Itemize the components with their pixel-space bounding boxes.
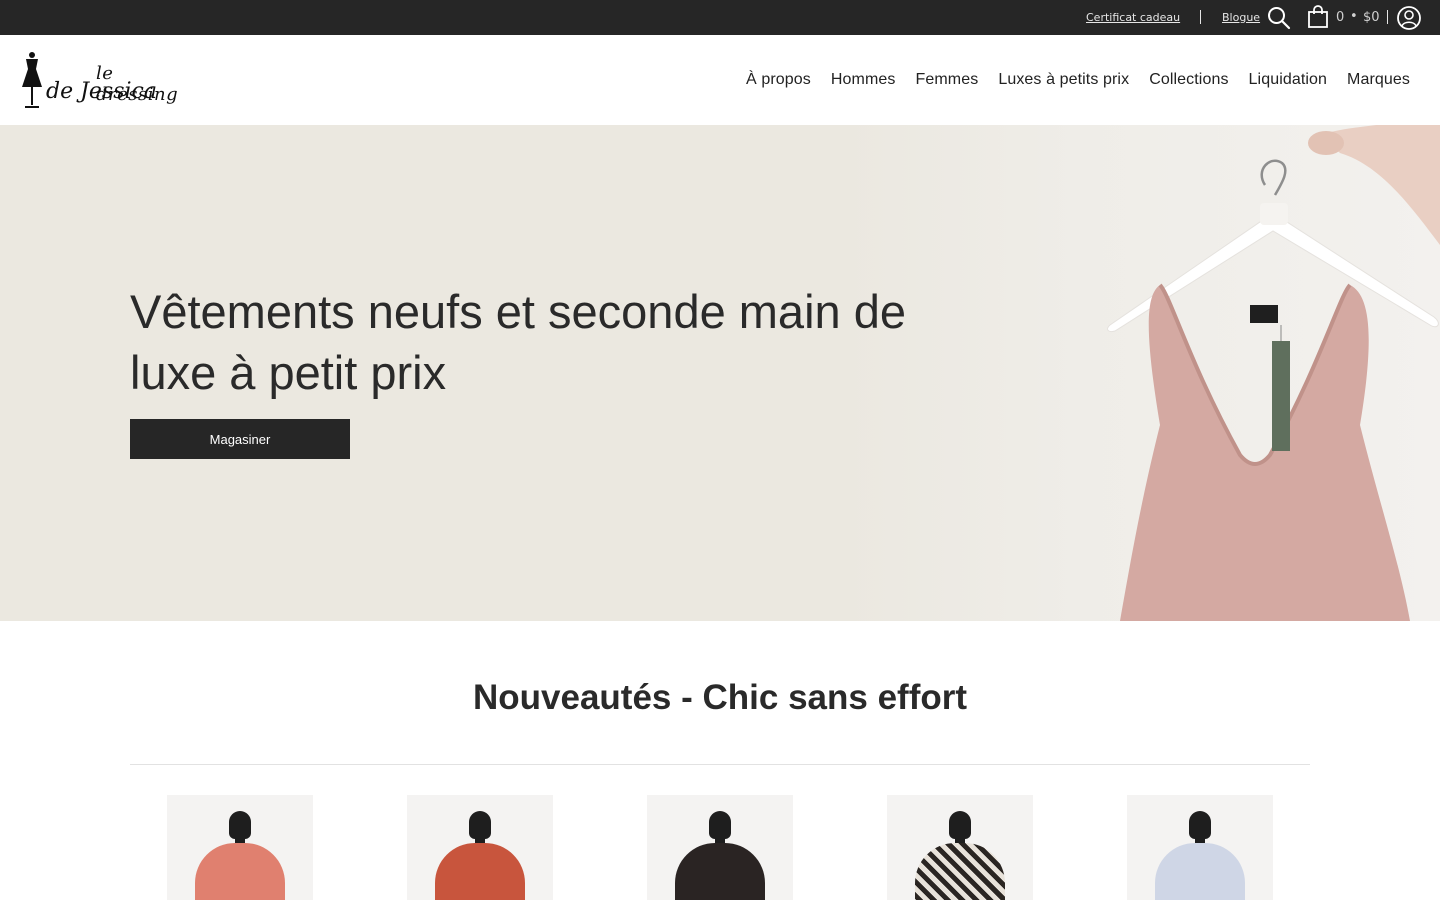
hero-garment-image xyxy=(1107,125,1440,621)
nav-item-brands[interactable]: Marques xyxy=(1347,71,1410,89)
product-card[interactable] xyxy=(887,795,1033,900)
blog-link[interactable]: Blogue xyxy=(1222,11,1260,24)
search-icon[interactable] xyxy=(1266,5,1292,31)
cart-separator: • xyxy=(1350,9,1358,24)
cart-count[interactable]: 0 xyxy=(1336,10,1344,25)
shopping-bag-icon[interactable] xyxy=(1307,5,1329,29)
nav-item-women[interactable]: Femmes xyxy=(916,71,979,89)
nav-item-clearance[interactable]: Liquidation xyxy=(1249,71,1328,89)
logo-line-2: de Jessica xyxy=(46,79,157,104)
nav-item-luxury[interactable]: Luxes à petits prix xyxy=(998,71,1129,89)
product-card[interactable] xyxy=(167,795,313,900)
nav-item-men[interactable]: Hommes xyxy=(831,71,896,89)
site-header: le dressing de Jessica À propos Hommes F… xyxy=(0,35,1440,125)
product-image[interactable] xyxy=(915,843,1005,900)
product-card[interactable] xyxy=(407,795,553,900)
account-icon[interactable] xyxy=(1396,5,1422,31)
gift-certificate-link[interactable]: Certificat cadeau xyxy=(1086,11,1180,24)
nav-item-about[interactable]: À propos xyxy=(746,71,811,89)
hero-title: Vêtements neufs et seconde main de luxe … xyxy=(130,285,906,399)
store-logo[interactable]: le dressing de Jessica xyxy=(20,49,190,111)
section-divider xyxy=(130,764,1310,765)
hero-banner: Vêtements neufs et seconde main de luxe … xyxy=(0,125,1440,621)
divider xyxy=(1387,10,1388,24)
product-image[interactable] xyxy=(195,843,285,900)
shop-now-button[interactable]: Magasiner xyxy=(130,419,350,459)
nav-item-collections[interactable]: Collections xyxy=(1149,71,1228,89)
divider xyxy=(1200,10,1201,24)
dress-form-icon xyxy=(22,52,42,108)
product-image[interactable] xyxy=(1155,843,1245,900)
product-image[interactable] xyxy=(675,843,765,900)
product-image[interactable] xyxy=(435,843,525,900)
main-navigation: À propos Hommes Femmes Luxes à petits pr… xyxy=(746,71,1410,89)
product-card[interactable] xyxy=(647,795,793,900)
product-card[interactable] xyxy=(1127,795,1273,900)
top-utility-bar: Certificat cadeau Blogue 0 • $0 xyxy=(0,0,1440,35)
product-grid xyxy=(0,795,1440,900)
cart-total[interactable]: $0 xyxy=(1363,10,1380,25)
section-title: Nouveautés - Chic sans effort xyxy=(473,678,967,717)
